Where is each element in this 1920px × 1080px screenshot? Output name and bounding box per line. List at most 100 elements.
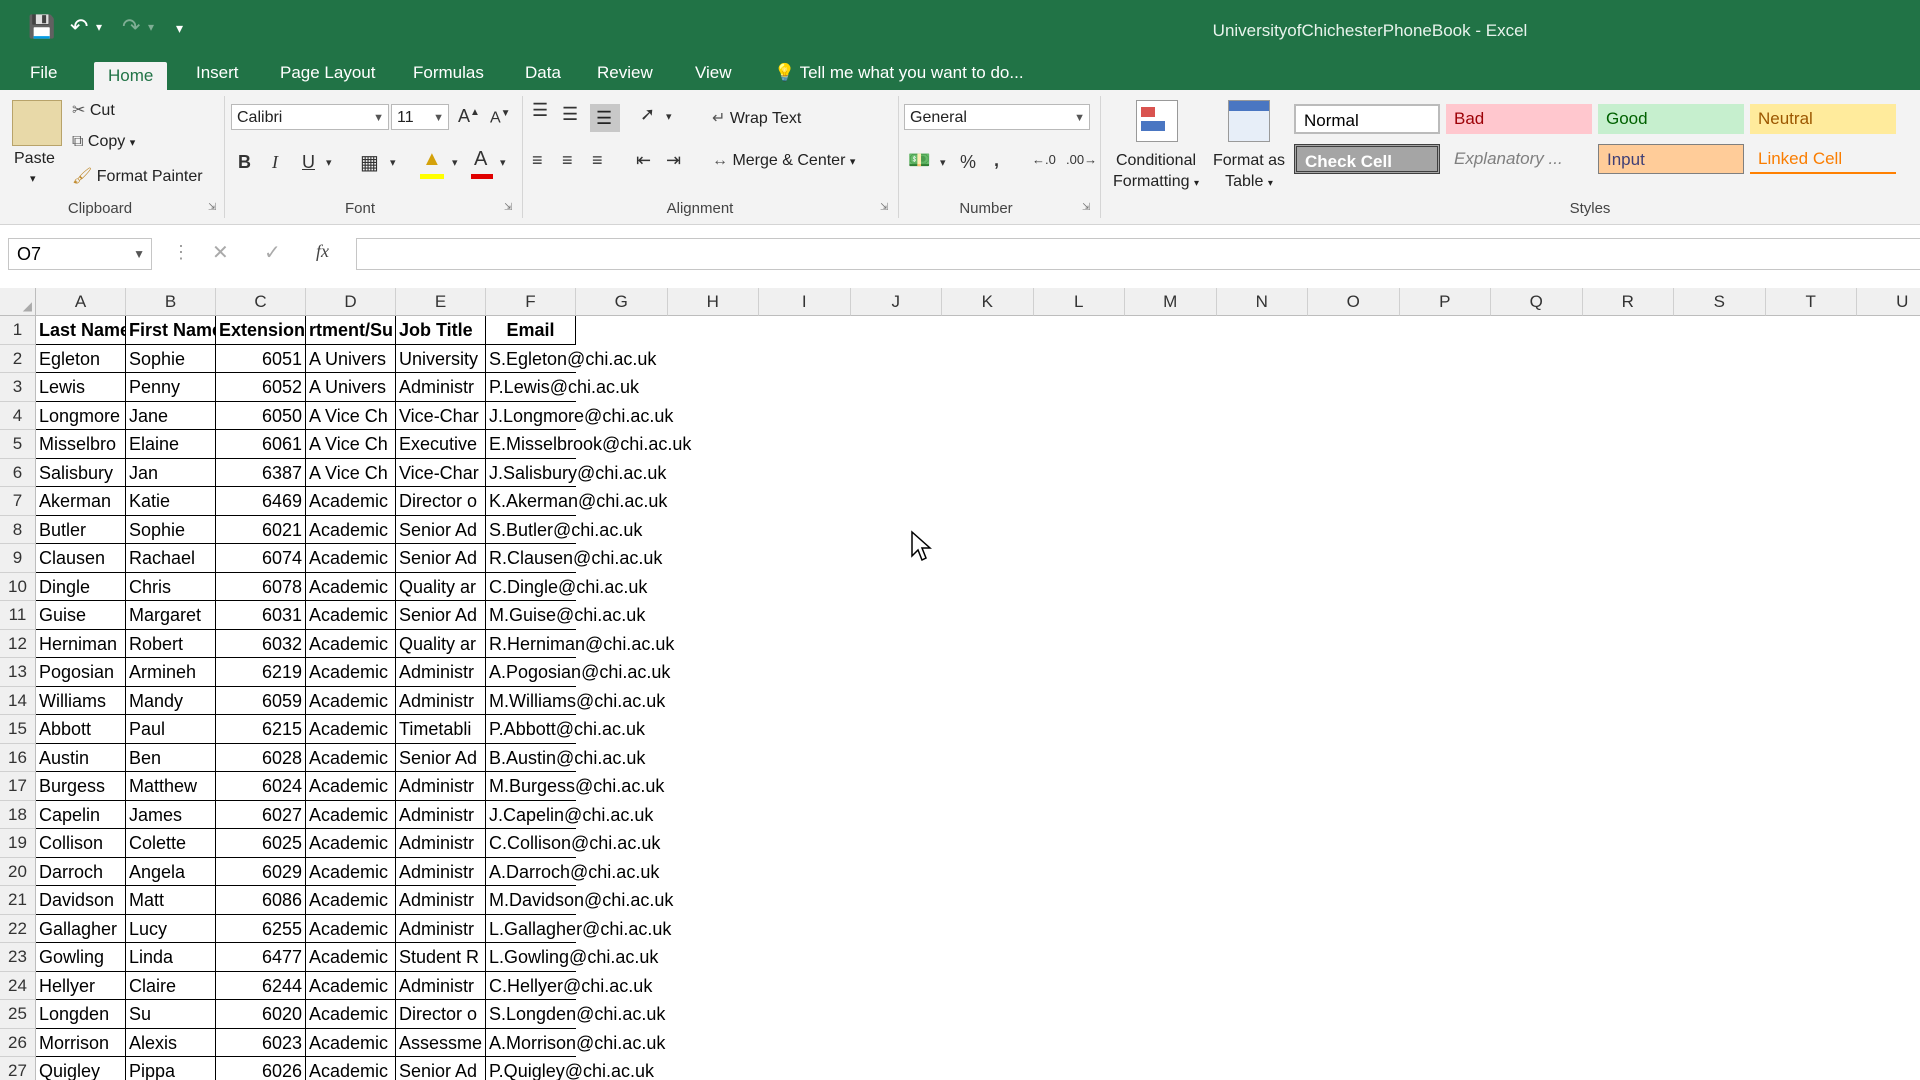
enter-check-icon[interactable]: ✓ [264, 240, 281, 265]
table-cell[interactable]: Administr [396, 858, 486, 887]
table-cell[interactable]: Lucy [126, 915, 216, 944]
table-cell[interactable]: Academic [306, 1029, 396, 1058]
column-header-p[interactable]: P [1400, 288, 1492, 316]
row-header[interactable]: 11 [0, 601, 36, 630]
table-cell[interactable]: Collison [36, 829, 126, 858]
orientation-icon[interactable]: ➚ [640, 104, 655, 125]
tell-me-box[interactable]: 💡 Tell me what you want to do... [760, 58, 1038, 90]
table-cell[interactable]: 6026 [216, 1057, 306, 1080]
column-header-e[interactable]: E [396, 288, 486, 316]
table-cell[interactable]: Morrison [36, 1029, 126, 1058]
table-cell[interactable]: 6074 [216, 544, 306, 573]
column-header-c[interactable]: C [216, 288, 306, 316]
row-header[interactable]: 1 [0, 316, 36, 345]
table-cell[interactable]: Academic [306, 687, 396, 716]
table-cell[interactable]: Administr [396, 886, 486, 915]
alignment-launcher-icon[interactable]: ⇲ [880, 202, 888, 213]
align-top-icon[interactable]: ☰ [532, 100, 548, 121]
table-cell[interactable]: Academic [306, 601, 396, 630]
font-name-combo[interactable]: Calibri▼ [231, 104, 389, 130]
percent-style-button[interactable]: % [960, 152, 976, 173]
table-cell[interactable]: Salisbury [36, 459, 126, 488]
row-header[interactable]: 27 [0, 1057, 36, 1080]
font-color-icon[interactable]: A [474, 148, 487, 171]
table-cell[interactable]: Gowling [36, 943, 126, 972]
column-header-j[interactable]: J [851, 288, 943, 316]
table-cell[interactable]: 6025 [216, 829, 306, 858]
table-cell[interactable]: Robert [126, 630, 216, 659]
name-box[interactable]: O7▼ [8, 238, 152, 270]
table-cell[interactable]: S.Longden@chi.ac.uk [486, 1000, 576, 1029]
merge-dropdown-icon[interactable]: ▾ [850, 156, 856, 168]
table-cell[interactable]: Academic [306, 915, 396, 944]
table-cell[interactable]: A.Morrison@chi.ac.uk [486, 1029, 576, 1058]
align-bottom-button[interactable]: ☰ [590, 104, 620, 132]
table-cell[interactable]: Administr [396, 829, 486, 858]
table-cell[interactable]: Matt [126, 886, 216, 915]
style-normal[interactable]: Normal [1294, 104, 1440, 134]
table-cell[interactable]: Jane [126, 402, 216, 431]
style-input[interactable]: Input [1598, 144, 1744, 174]
column-header-u[interactable]: U [1857, 288, 1920, 316]
row-header[interactable]: 8 [0, 516, 36, 545]
table-cell[interactable]: 6219 [216, 658, 306, 687]
table-cell[interactable]: Gallagher [36, 915, 126, 944]
align-right-icon[interactable]: ≡ [592, 150, 603, 171]
table-cell[interactable]: 6477 [216, 943, 306, 972]
row-header[interactable]: 13 [0, 658, 36, 687]
decrease-decimal-button[interactable]: .00→ [1066, 152, 1097, 167]
table-cell[interactable]: Academic [306, 658, 396, 687]
table-cell[interactable]: Lewis [36, 373, 126, 402]
align-middle-icon[interactable]: ☰ [562, 104, 578, 125]
column-header-a[interactable]: A [36, 288, 126, 316]
table-cell[interactable]: Hellyer [36, 972, 126, 1001]
row-header[interactable]: 7 [0, 487, 36, 516]
table-cell[interactable]: Mandy [126, 687, 216, 716]
table-cell[interactable]: Academic [306, 630, 396, 659]
underline-dropdown-icon[interactable]: ▾ [326, 156, 332, 169]
table-cell[interactable]: Longden [36, 1000, 126, 1029]
table-cell[interactable]: R.Herniman@chi.ac.uk [486, 630, 576, 659]
table-cell[interactable]: C.Hellyer@chi.ac.uk [486, 972, 576, 1001]
table-cell[interactable]: Dingle [36, 573, 126, 602]
table-cell[interactable]: Senior Ad [396, 601, 486, 630]
orientation-dropdown-icon[interactable]: ▾ [666, 110, 672, 123]
table-cell[interactable]: Director o [396, 487, 486, 516]
column-header-n[interactable]: N [1217, 288, 1309, 316]
table-cell[interactable]: A Univers [306, 345, 396, 374]
cancel-icon[interactable]: ✕ [212, 240, 229, 265]
table-cell[interactable]: 6244 [216, 972, 306, 1001]
format-as-table-icon[interactable] [1228, 100, 1270, 142]
table-cell[interactable]: J.Longmore@chi.ac.uk [486, 402, 576, 431]
table-cell[interactable]: Herniman [36, 630, 126, 659]
table-cell[interactable]: Senior Ad [396, 1057, 486, 1080]
accounting-format-icon[interactable]: 💵 [908, 150, 930, 171]
bold-button[interactable]: B [238, 152, 251, 173]
style-check-cell[interactable]: Check Cell [1294, 144, 1440, 174]
underline-button[interactable]: U [302, 152, 315, 173]
table-cell[interactable]: Pogosian [36, 658, 126, 687]
style-explanatory[interactable]: Explanatory ... [1446, 144, 1592, 174]
table-cell[interactable]: Administr [396, 687, 486, 716]
table-cell[interactable]: K.Akerman@chi.ac.uk [486, 487, 576, 516]
table-cell[interactable]: Pippa [126, 1057, 216, 1080]
style-linked-cell[interactable]: Linked Cell [1750, 144, 1896, 174]
table-cell[interactable]: 6061 [216, 430, 306, 459]
cut-button[interactable]: ✂ Cut [72, 100, 115, 120]
table-cell[interactable]: A.Pogosian@chi.ac.uk [486, 658, 576, 687]
table-cell[interactable]: Executive [396, 430, 486, 459]
table-cell[interactable]: Academic [306, 544, 396, 573]
paste-button[interactable]: Paste [14, 150, 55, 168]
column-header-l[interactable]: L [1034, 288, 1126, 316]
table-cell[interactable]: Sophie [126, 345, 216, 374]
tab-home[interactable]: Home [94, 62, 167, 90]
table-cell[interactable]: Paul [126, 715, 216, 744]
table-cell[interactable]: Clausen [36, 544, 126, 573]
row-header[interactable]: 3 [0, 373, 36, 402]
table-cell[interactable]: Abbott [36, 715, 126, 744]
table-cell[interactable]: 6050 [216, 402, 306, 431]
table-cell[interactable]: Davidson [36, 886, 126, 915]
column-header-i[interactable]: I [759, 288, 851, 316]
copy-button[interactable]: ⧉ Copy ▾ [72, 133, 135, 151]
table-cell[interactable]: M.Burgess@chi.ac.uk [486, 772, 576, 801]
